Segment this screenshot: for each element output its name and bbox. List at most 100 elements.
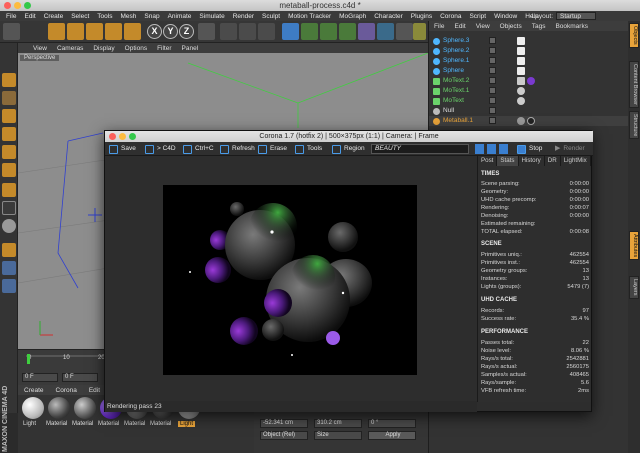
menu-character[interactable]: Character — [370, 13, 407, 20]
tag-icon[interactable] — [517, 67, 525, 75]
spline-icon[interactable] — [301, 23, 318, 40]
object-menu-edit[interactable]: Edit — [449, 23, 470, 30]
viewport-menu-panel[interactable]: Panel — [177, 45, 204, 52]
render-region-icon[interactable] — [220, 23, 237, 40]
model-mode-icon[interactable] — [2, 73, 16, 87]
current-frame-field[interactable]: 0 F — [62, 373, 98, 382]
visibility-check[interactable] — [489, 37, 496, 44]
menu-tools[interactable]: Tools — [93, 13, 116, 20]
snap-icon[interactable] — [2, 219, 16, 233]
size-mode-dropdown[interactable]: Size — [314, 431, 362, 440]
z-axis-button[interactable]: Z — [179, 24, 194, 39]
start-frame-field[interactable]: 0 F — [22, 373, 58, 382]
visibility-check[interactable] — [489, 57, 496, 64]
object-menu-bookmarks[interactable]: Bookmarks — [550, 23, 593, 30]
object-row-sphere1[interactable]: Sphere.1 — [429, 56, 629, 66]
undo-icon[interactable] — [3, 23, 20, 40]
rotation-h-field[interactable]: 0 ° — [368, 419, 416, 428]
viewport-menu-filter[interactable]: Filter — [152, 45, 176, 52]
render-image[interactable] — [163, 185, 417, 375]
menu-script[interactable]: Script — [465, 13, 490, 20]
viewport-menu-cameras[interactable]: Cameras — [52, 45, 88, 52]
to-c4d-button[interactable]: > C4D — [145, 144, 176, 154]
minimize-window-button[interactable] — [14, 2, 21, 9]
tab-post[interactable]: Post — [478, 156, 498, 166]
object-row-motext1[interactable]: MoText.1 — [429, 86, 629, 96]
visibility-check[interactable] — [489, 87, 496, 94]
size-x-field[interactable]: 310.2 cm — [314, 419, 362, 428]
stop-button[interactable]: Stop — [517, 144, 542, 154]
tab-layers[interactable]: Layers — [629, 276, 639, 299]
menu-render[interactable]: Render — [229, 13, 258, 20]
rotate-tool-icon[interactable] — [105, 23, 122, 40]
copy-button[interactable]: Ctrl+C — [183, 144, 214, 154]
x-axis-button[interactable]: X — [147, 24, 162, 39]
pass-dropdown[interactable]: BEAUTY — [371, 144, 469, 154]
tag-icon[interactable] — [517, 117, 525, 125]
viewport-menu-display[interactable]: Display — [88, 45, 119, 52]
visibility-check[interactable] — [489, 67, 496, 74]
material-swatch[interactable] — [48, 397, 70, 419]
playhead[interactable] — [27, 354, 30, 364]
object-row-sphere[interactable]: Sphere — [429, 66, 629, 76]
material-menu-create[interactable]: Create — [18, 387, 50, 394]
object-menu-tags[interactable]: Tags — [527, 23, 551, 30]
object-menu-objects[interactable]: Objects — [495, 23, 527, 30]
y-axis-button[interactable]: Y — [163, 24, 178, 39]
magnet-icon[interactable] — [2, 243, 16, 257]
object-row-metaball1[interactable]: Metaball.1 — [429, 116, 629, 126]
coordinate-system-icon[interactable] — [198, 23, 215, 40]
tools-button[interactable]: Tools — [295, 144, 322, 154]
lock-icon[interactable] — [2, 261, 16, 275]
tab-attributes[interactable]: Attributes — [629, 231, 639, 261]
visibility-check[interactable] — [489, 77, 496, 84]
menu-window[interactable]: Window — [490, 13, 521, 20]
light-icon[interactable] — [413, 23, 426, 40]
region-button[interactable]: Region — [332, 144, 365, 154]
environment-icon[interactable] — [377, 23, 394, 40]
select-tool-icon[interactable] — [48, 23, 65, 40]
add-tool-icon[interactable] — [124, 23, 141, 40]
menu-mograph[interactable]: MoGraph — [335, 13, 370, 20]
object-row-motext[interactable]: MoText — [429, 96, 629, 106]
zoom-window-button[interactable] — [24, 2, 31, 9]
visibility-check[interactable] — [489, 107, 496, 114]
close-window-button[interactable] — [4, 2, 11, 9]
menu-select[interactable]: Select — [67, 13, 93, 20]
grid-icon[interactable] — [2, 279, 16, 293]
visibility-check[interactable] — [489, 117, 496, 124]
move-tool-icon[interactable] — [67, 23, 84, 40]
menu-mesh[interactable]: Mesh — [116, 13, 140, 20]
apply-button[interactable]: Apply — [368, 431, 416, 440]
render-view-icon[interactable] — [239, 23, 256, 40]
tab-objects[interactable]: Objects — [629, 23, 639, 48]
tag-icon[interactable] — [517, 87, 525, 95]
render-button[interactable]: ▶ Render — [555, 144, 585, 154]
visibility-check[interactable] — [489, 47, 496, 54]
tag-icon[interactable] — [517, 47, 525, 55]
save-button[interactable]: Save — [109, 144, 136, 154]
tab-dr[interactable]: DR — [545, 156, 561, 166]
object-row-sphere2[interactable]: Sphere.2 — [429, 46, 629, 56]
tag-icon[interactable] — [517, 97, 525, 105]
visibility-check[interactable] — [489, 97, 496, 104]
menu-snap[interactable]: Snap — [140, 13, 163, 20]
texture-mode-icon[interactable] — [2, 91, 16, 105]
tab-content-browser[interactable]: Content Browser — [629, 61, 639, 108]
polygons-mode-icon[interactable] — [2, 163, 16, 177]
tab-history[interactable]: History — [519, 156, 545, 166]
material-menu-corona[interactable]: Corona — [50, 387, 83, 394]
material-menu-edit[interactable]: Edit — [83, 387, 106, 394]
tab-stats[interactable]: Stats — [497, 156, 519, 166]
material-tag-icon[interactable] — [527, 117, 535, 125]
object-row-sphere3[interactable]: Sphere.3 — [429, 36, 629, 46]
viewport-menu-view[interactable]: View — [28, 45, 52, 52]
zoom-out-icon[interactable] — [487, 144, 496, 154]
edges-mode-icon[interactable] — [2, 145, 16, 159]
camera-icon[interactable] — [396, 23, 413, 40]
tag-icon[interactable] — [517, 57, 525, 65]
object-row-motext2[interactable]: MoText.2 — [429, 76, 629, 86]
array-icon[interactable] — [339, 23, 356, 40]
refresh-button[interactable]: Refresh — [220, 144, 255, 154]
deformer-icon[interactable] — [358, 23, 375, 40]
